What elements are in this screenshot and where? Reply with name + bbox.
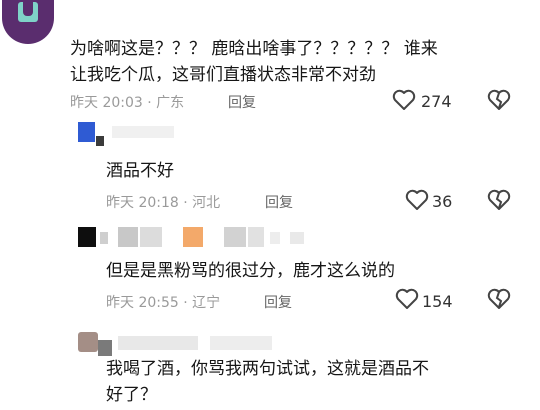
avatar[interactable]	[78, 122, 95, 142]
avatar[interactable]	[78, 227, 96, 247]
like-count: 154	[422, 292, 453, 311]
broken-heart-icon[interactable]	[487, 89, 511, 111]
username-blurred	[112, 126, 174, 138]
comment-line: 为啥啊这是？？？ 鹿晗出啥事了？？？？？ 谁来	[70, 39, 438, 59]
reply-button[interactable]: 回复	[265, 192, 293, 212]
heart-outline-icon[interactable]	[395, 288, 419, 310]
broken-heart-icon[interactable]	[487, 189, 511, 211]
comment-line: 让我吃个瓜，这哥们直播状态非常不对劲	[70, 65, 376, 85]
comment-text: 但是是黑粉骂的很过分，鹿才这么说的	[106, 261, 395, 281]
avatar[interactable]	[2, 0, 54, 44]
comment-time-location: 昨天 20:18 · 河北	[106, 195, 221, 211]
reply-button[interactable]: 回复	[228, 92, 256, 112]
avatar[interactable]	[78, 332, 98, 352]
broken-heart-icon[interactable]	[487, 288, 511, 310]
comment-line: 我喝了酒，你骂我两句试试，这就是酒品不	[106, 359, 429, 379]
like-count: 36	[432, 192, 453, 211]
like-count: 274	[421, 92, 452, 111]
comment-time-location: 昨天 20:03 · 广东	[70, 95, 185, 111]
heart-outline-icon[interactable]	[405, 189, 429, 211]
username-blurred	[118, 336, 198, 350]
comment-time-location: 昨天 20:55 · 辽宁	[106, 295, 221, 311]
comment-text: 为啥啊这是？？？ 鹿晗出啥事了？？？？？ 谁来 让我吃个瓜，这哥们直播状态非常不…	[70, 36, 438, 88]
reply-button[interactable]: 回复	[264, 292, 292, 312]
comment-line: 好了？	[106, 385, 157, 405]
comment-text: 酒品不好	[106, 161, 174, 181]
comment-text: 我喝了酒，你骂我两句试试，这就是酒品不 好了？	[106, 356, 429, 408]
heart-outline-icon[interactable]	[392, 89, 416, 111]
